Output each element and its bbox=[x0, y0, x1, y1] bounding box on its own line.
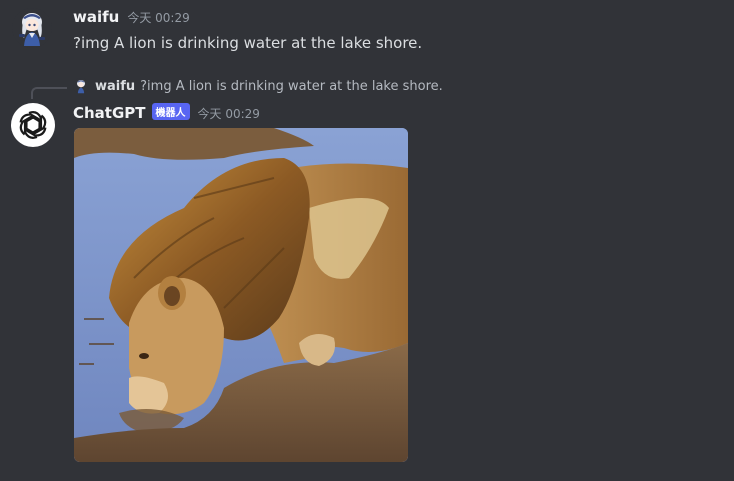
bot-badge: 機器人 bbox=[151, 103, 190, 120]
openai-logo-icon[interactable] bbox=[11, 103, 55, 147]
username[interactable]: ChatGPT bbox=[73, 104, 146, 122]
message-waifu: waifu 今天 00:29 ?img A lion is drinking w… bbox=[0, 0, 734, 60]
timestamp[interactable]: 今天 00:29 bbox=[198, 105, 260, 122]
reply-connector bbox=[31, 87, 67, 99]
message-header: waifu 今天 00:29 bbox=[73, 8, 190, 26]
reply-text: ?img A lion is drinking water at the lak… bbox=[140, 78, 443, 94]
message-header: ChatGPT 機器人 今天 00:29 bbox=[73, 103, 260, 122]
lion-drinking-image[interactable] bbox=[74, 128, 408, 462]
chat-messages: waifu 今天 00:29 ?img A lion is drinking w… bbox=[0, 0, 734, 481]
username[interactable]: waifu bbox=[73, 8, 119, 26]
message-text: ?img A lion is drinking water at the lak… bbox=[73, 34, 423, 52]
reply-reference[interactable]: waifu ?img A lion is drinking water at t… bbox=[73, 78, 443, 94]
anime-girl-avatar-icon[interactable] bbox=[12, 8, 52, 48]
reply-username: waifu bbox=[95, 78, 136, 94]
anime-girl-avatar-icon bbox=[73, 78, 89, 94]
timestamp[interactable]: 今天 00:29 bbox=[127, 9, 189, 26]
